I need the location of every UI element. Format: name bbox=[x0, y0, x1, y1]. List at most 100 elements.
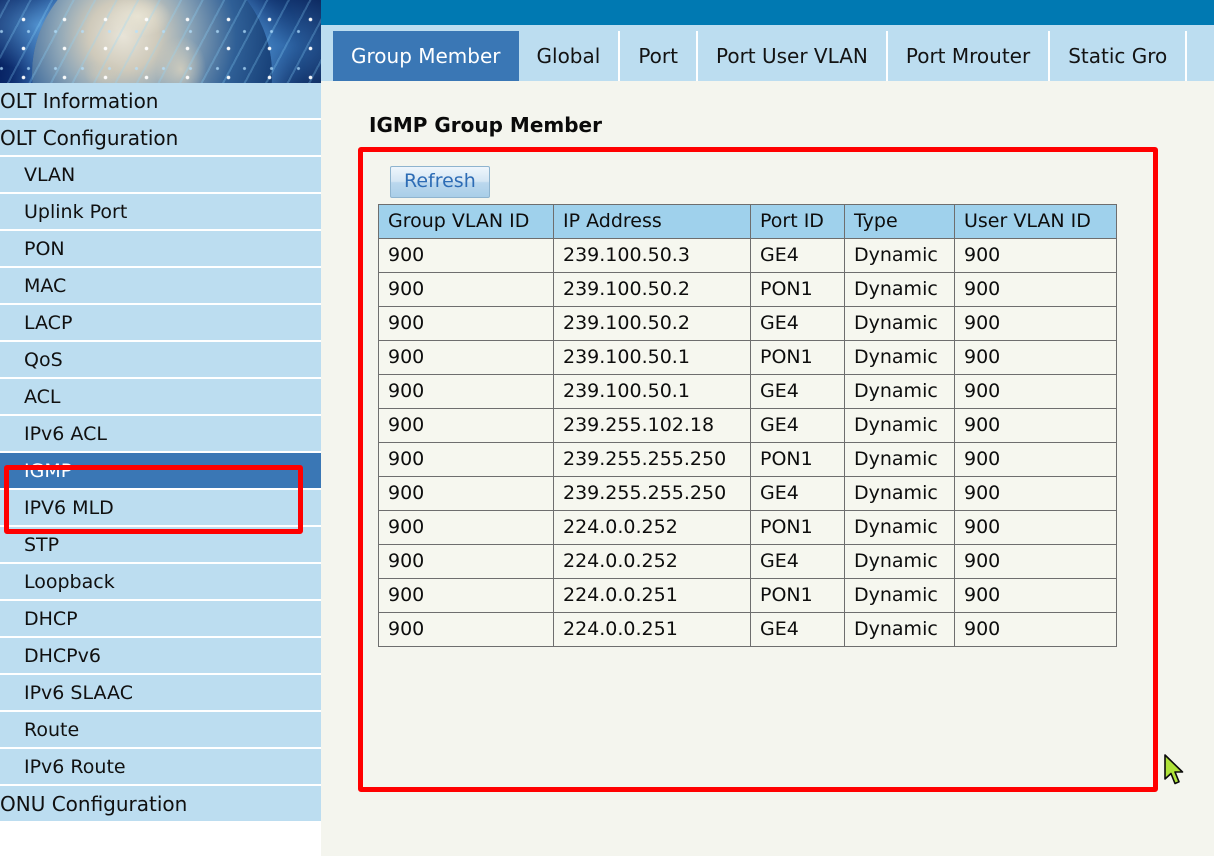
table-cell: GE4 bbox=[751, 239, 845, 273]
sidebar-nav[interactable]: OLT InformationOLT ConfigurationVLANUpli… bbox=[0, 83, 321, 856]
table-cell: 239.255.255.250 bbox=[554, 477, 751, 511]
table-cell: 224.0.0.252 bbox=[554, 545, 751, 579]
table-cell: 900 bbox=[955, 409, 1117, 443]
table-header: Group VLAN IDIP AddressPort IDTypeUser V… bbox=[379, 205, 1117, 239]
tab-global[interactable]: Global bbox=[519, 31, 621, 81]
tab-port-user-vlan[interactable]: Port User VLAN bbox=[698, 31, 888, 81]
sidebar-item-olt-configuration[interactable]: OLT Configuration bbox=[0, 120, 321, 157]
table-row: 900239.255.102.18GE4Dynamic900 bbox=[379, 409, 1117, 443]
table-row: 900239.255.255.250PON1Dynamic900 bbox=[379, 443, 1117, 477]
table-row: 900239.255.255.250GE4Dynamic900 bbox=[379, 477, 1117, 511]
table-cell: 900 bbox=[379, 545, 554, 579]
table-column-header: User VLAN ID bbox=[955, 205, 1117, 239]
tab-port[interactable]: Port bbox=[620, 31, 698, 81]
sidebar-item-acl[interactable]: ACL bbox=[0, 379, 321, 416]
sidebar-item-ipv6-acl[interactable]: IPv6 ACL bbox=[0, 416, 321, 453]
table-cell: 900 bbox=[379, 477, 554, 511]
table-cell: GE4 bbox=[751, 477, 845, 511]
sidebar-item-ipv6-slaac[interactable]: IPv6 SLAAC bbox=[0, 675, 321, 712]
table-cell: Dynamic bbox=[845, 375, 955, 409]
table-column-header: Type bbox=[845, 205, 955, 239]
table-cell: Dynamic bbox=[845, 273, 955, 307]
table-cell: 239.100.50.3 bbox=[554, 239, 751, 273]
table-cell: 900 bbox=[955, 477, 1117, 511]
header-banner-image bbox=[0, 0, 321, 83]
sidebar-item-ipv6-route[interactable]: IPv6 Route bbox=[0, 749, 321, 786]
table-cell: 239.100.50.2 bbox=[554, 273, 751, 307]
table-cell: GE4 bbox=[751, 307, 845, 341]
tab-static-gro[interactable]: Static Gro bbox=[1050, 31, 1187, 81]
table-cell: 900 bbox=[955, 545, 1117, 579]
table-cell: 900 bbox=[379, 511, 554, 545]
table-cell: 224.0.0.251 bbox=[554, 613, 751, 647]
sidebar-item-olt-information[interactable]: OLT Information bbox=[0, 83, 321, 120]
table-cell: 900 bbox=[955, 579, 1117, 613]
table-cell: Dynamic bbox=[845, 409, 955, 443]
sidebar-item-dhcp[interactable]: DHCP bbox=[0, 601, 321, 638]
table-cell: Dynamic bbox=[845, 239, 955, 273]
table-cell: 900 bbox=[955, 613, 1117, 647]
table-cell: 900 bbox=[379, 579, 554, 613]
table-row: 900239.100.50.1GE4Dynamic900 bbox=[379, 375, 1117, 409]
content-panel: Refresh Group VLAN IDIP AddressPort IDTy… bbox=[364, 152, 1150, 779]
tab-port-mrouter[interactable]: Port Mrouter bbox=[888, 31, 1050, 81]
table-cell: 900 bbox=[955, 307, 1117, 341]
table-cell: 900 bbox=[379, 443, 554, 477]
table-cell: Dynamic bbox=[845, 341, 955, 375]
table-cell: PON1 bbox=[751, 341, 845, 375]
table-cell: 900 bbox=[379, 239, 554, 273]
sidebar-item-stp[interactable]: STP bbox=[0, 527, 321, 564]
table-cell: 900 bbox=[955, 273, 1117, 307]
table-row: 900239.100.50.3GE4Dynamic900 bbox=[379, 239, 1117, 273]
table-row: 900239.100.50.1PON1Dynamic900 bbox=[379, 341, 1117, 375]
table-cell: 900 bbox=[379, 613, 554, 647]
page-title: IGMP Group Member bbox=[369, 113, 602, 137]
table-cell: PON1 bbox=[751, 579, 845, 613]
table-row: 900224.0.0.252GE4Dynamic900 bbox=[379, 545, 1117, 579]
table-column-header: IP Address bbox=[554, 205, 751, 239]
main-content: Group MemberGlobalPortPort User VLANPort… bbox=[321, 0, 1214, 856]
table-cell: PON1 bbox=[751, 511, 845, 545]
table-cell: 900 bbox=[955, 511, 1117, 545]
left-column: OLT InformationOLT ConfigurationVLANUpli… bbox=[0, 0, 321, 856]
table-cell: 900 bbox=[379, 273, 554, 307]
table-cell: Dynamic bbox=[845, 545, 955, 579]
sidebar-item-onu-configuration[interactable]: ONU Configuration bbox=[0, 786, 321, 823]
table-cell: GE4 bbox=[751, 375, 845, 409]
sidebar-item-lacp[interactable]: LACP bbox=[0, 305, 321, 342]
tab-bar[interactable]: Group MemberGlobalPortPort User VLANPort… bbox=[321, 25, 1214, 81]
table-cell: GE4 bbox=[751, 545, 845, 579]
sidebar-item-ipv6-mld[interactable]: IPV6 MLD bbox=[0, 490, 321, 527]
sidebar-item-igmp[interactable]: IGMP bbox=[0, 453, 321, 490]
sidebar-item-pon[interactable]: PON bbox=[0, 231, 321, 268]
table-cell: 239.255.102.18 bbox=[554, 409, 751, 443]
banner-dots bbox=[0, 0, 321, 83]
table-cell: 224.0.0.252 bbox=[554, 511, 751, 545]
table-cell: 900 bbox=[379, 409, 554, 443]
table-cell: 239.100.50.2 bbox=[554, 307, 751, 341]
igmp-group-member-table: Group VLAN IDIP AddressPort IDTypeUser V… bbox=[378, 204, 1117, 647]
table-row: 900224.0.0.251PON1Dynamic900 bbox=[379, 579, 1117, 613]
sidebar-item-loopback[interactable]: Loopback bbox=[0, 564, 321, 601]
table-header-row: Group VLAN IDIP AddressPort IDTypeUser V… bbox=[379, 205, 1117, 239]
sidebar-item-qos[interactable]: QoS bbox=[0, 342, 321, 379]
sidebar-item-uplink-port[interactable]: Uplink Port bbox=[0, 194, 321, 231]
top-blue-bar bbox=[321, 0, 1214, 25]
sidebar-item-route[interactable]: Route bbox=[0, 712, 321, 749]
tab-group-member[interactable]: Group Member bbox=[333, 31, 519, 81]
table-row: 900224.0.0.252PON1Dynamic900 bbox=[379, 511, 1117, 545]
table-cell: 900 bbox=[955, 341, 1117, 375]
table-cell: 900 bbox=[955, 375, 1117, 409]
table-cell: Dynamic bbox=[845, 307, 955, 341]
table-column-header: Port ID bbox=[751, 205, 845, 239]
sidebar-item-vlan[interactable]: VLAN bbox=[0, 157, 321, 194]
table-cell: 239.255.255.250 bbox=[554, 443, 751, 477]
sidebar-item-mac[interactable]: MAC bbox=[0, 268, 321, 305]
table-cell: 239.100.50.1 bbox=[554, 341, 751, 375]
table-body: 900239.100.50.3GE4Dynamic900900239.100.5… bbox=[379, 239, 1117, 647]
table-row: 900239.100.50.2GE4Dynamic900 bbox=[379, 307, 1117, 341]
refresh-button[interactable]: Refresh bbox=[390, 166, 490, 198]
sidebar-item-dhcpv6[interactable]: DHCPv6 bbox=[0, 638, 321, 675]
table-cell: PON1 bbox=[751, 443, 845, 477]
table-cell: Dynamic bbox=[845, 613, 955, 647]
